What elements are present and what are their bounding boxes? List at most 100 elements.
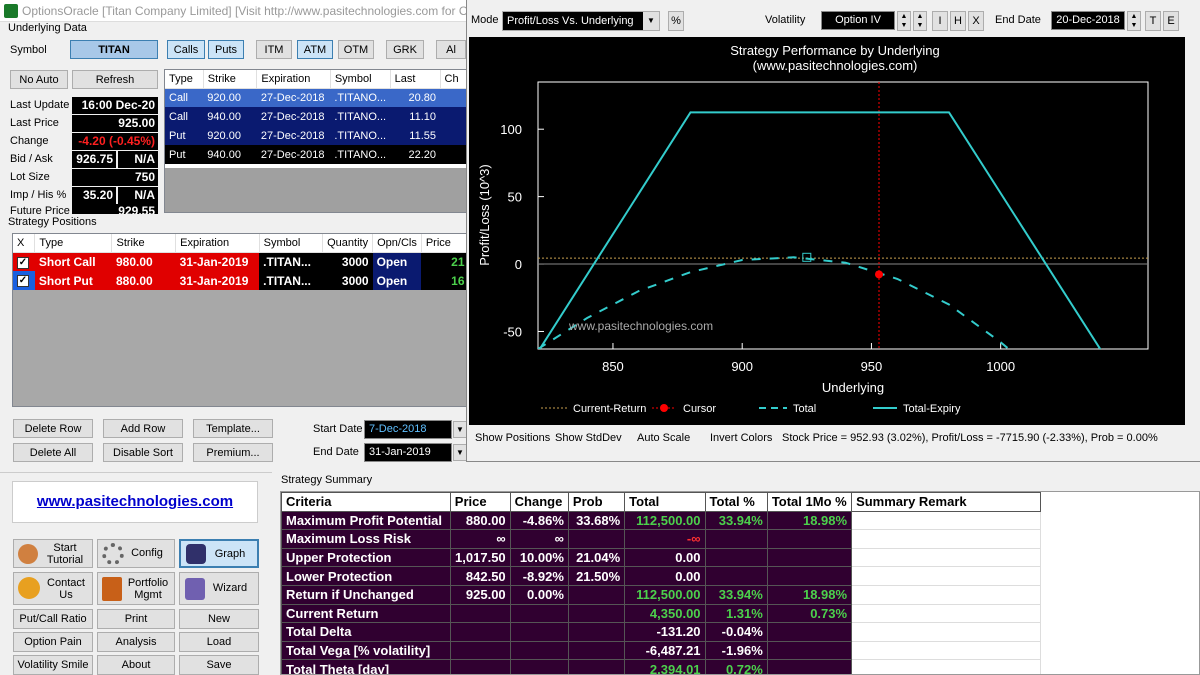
percent-button[interactable]: % [668, 11, 684, 31]
x-button[interactable]: X [968, 11, 984, 31]
volatility-smile-button[interactable]: Volatility Smile [13, 655, 93, 675]
auto-scale-toggle[interactable]: Auto Scale [637, 432, 690, 444]
grk-toggle[interactable]: GRK [386, 40, 424, 59]
summary-row[interactable]: Total Vega [% volatility] -6,487.21 -1.96% [281, 640, 1041, 661]
table-row[interactable]: ✓ Short Call 980.00 31-Jan-2019 .TITAN..… [13, 252, 469, 271]
col-type[interactable]: Type [165, 70, 204, 89]
summary-row[interactable]: Maximum Loss Risk ∞ ∞ -∞ [281, 529, 1041, 549]
start-date-field[interactable]: 7-Dec-2018 [364, 420, 452, 439]
option-pain-button[interactable]: Option Pain [13, 632, 93, 652]
i-button[interactable]: I [932, 11, 948, 31]
t-button[interactable]: T [1145, 11, 1161, 31]
table-row[interactable]: ✓ Short Put 880.00 31-Jan-2019 .TITAN...… [13, 271, 469, 290]
disable-sort-button[interactable]: Disable Sort [103, 443, 183, 462]
col-type[interactable]: Type [34, 234, 113, 253]
summary-row[interactable]: Total Theta [day] 2,394.01 0.72% [281, 659, 1041, 674]
puts-toggle[interactable]: Puts [208, 40, 244, 59]
table-row[interactable]: Put 940.00 27-Dec-2018 .TITANO... 22.20 [165, 145, 469, 164]
refresh-button[interactable]: Refresh [72, 70, 158, 89]
otm-toggle[interactable]: OTM [338, 40, 374, 59]
table-row[interactable]: Put 920.00 27-Dec-2018 .TITANO... 11.55 [165, 126, 469, 145]
checkbox[interactable]: ✓ [17, 275, 29, 288]
summary-row[interactable]: Total Delta -131.20 -0.04% [281, 622, 1041, 642]
col-remark[interactable]: Summary Remark [851, 492, 1041, 512]
col-total-1mo[interactable]: Total 1Mo % [766, 492, 853, 512]
summary-cell: -1.96% [704, 640, 768, 661]
graph-button[interactable]: Graph [179, 539, 259, 568]
col-quantity[interactable]: Quantity [322, 234, 374, 253]
delete-all-button[interactable]: Delete All [13, 443, 93, 462]
positions-table[interactable]: X Type Strike Expiration Symbol Quantity… [12, 233, 470, 407]
calls-toggle[interactable]: Calls [167, 40, 205, 59]
mode-dropdown[interactable]: Profit/Loss Vs. Underlying ▼ [502, 11, 660, 31]
col-prob[interactable]: Prob [567, 492, 626, 512]
no-auto-button[interactable]: No Auto [10, 70, 68, 89]
summary-row[interactable]: Lower Protection 842.50 -8.92% 21.50% 0.00 [281, 566, 1041, 586]
col-expiration[interactable]: Expiration [256, 70, 331, 89]
col-criteria[interactable]: Criteria [281, 492, 451, 512]
new-button[interactable]: New [179, 609, 259, 629]
e-button[interactable]: E [1163, 11, 1179, 31]
config-button[interactable]: Config [97, 539, 175, 568]
col-opncls[interactable]: Opn/Cls [372, 234, 422, 253]
put-call-ratio-button[interactable]: Put/Call Ratio [13, 609, 93, 629]
col-total-pct[interactable]: Total % [704, 492, 768, 512]
template-button[interactable]: Template... [193, 419, 273, 438]
summary-cell [704, 566, 768, 586]
col-change[interactable]: Ch [440, 70, 469, 89]
contact-us-button[interactable]: Contact Us [13, 572, 93, 605]
col-x[interactable]: X [13, 234, 36, 253]
options-table[interactable]: Type Strike Expiration Symbol Last Ch Ca… [164, 69, 470, 213]
website-link[interactable]: www.pasitechnologies.com [12, 481, 258, 523]
summary-cell [509, 659, 569, 674]
col-strike[interactable]: Strike [111, 234, 177, 253]
col-strike[interactable]: Strike [203, 70, 258, 89]
date-spinner[interactable]: ▲ ▼ [1127, 11, 1141, 31]
volatility-field[interactable]: Option IV [821, 11, 895, 30]
col-symbol[interactable]: Symbol [330, 70, 391, 89]
analysis-button[interactable]: Analysis [97, 632, 175, 652]
print-button[interactable]: Print [97, 609, 175, 629]
portfolio-button[interactable]: Portfolio Mgmt [97, 572, 175, 605]
col-price[interactable]: Price [421, 234, 469, 253]
col-symbol[interactable]: Symbol [259, 234, 324, 253]
atm-toggle[interactable]: ATM [297, 40, 333, 59]
premium-button[interactable]: Premium... [193, 443, 273, 462]
table-row[interactable]: Call 920.00 27-Dec-2018 .TITANO... 20.80 [165, 88, 469, 107]
delete-row-button[interactable]: Delete Row [13, 419, 93, 438]
col-change[interactable]: Change [509, 492, 569, 512]
end-date-field[interactable]: 31-Jan-2019 [364, 443, 452, 462]
show-stddev-toggle[interactable]: Show StdDev [555, 432, 622, 444]
summary-cell [449, 622, 511, 642]
symbol-field[interactable]: TITAN [70, 40, 158, 59]
save-button[interactable]: Save [179, 655, 259, 675]
checkbox[interactable]: ✓ [17, 256, 29, 269]
col-total[interactable]: Total [624, 492, 706, 512]
h-button[interactable]: H [950, 11, 966, 31]
graph-end-date-field[interactable]: 20-Dec-2018 [1051, 11, 1125, 30]
summary-row[interactable]: Return if Unchanged 925.00 0.00% 112,500.00… [281, 584, 1041, 605]
chart-panel[interactable]: Strategy Performance by Underlying (www.… [469, 37, 1185, 425]
show-positions-toggle[interactable]: Show Positions [475, 432, 550, 444]
table-row[interactable]: Call 940.00 27-Dec-2018 .TITANO... 11.10 [165, 107, 469, 126]
all-toggle[interactable]: Al [436, 40, 466, 59]
load-button[interactable]: Load [179, 632, 259, 652]
summary-cell: Maximum Loss Risk [281, 529, 451, 549]
summary-row[interactable]: Upper Protection 1,017.50 10.00% 21.04% 0.00 [281, 547, 1041, 568]
about-button[interactable]: About [97, 655, 175, 675]
summary-row[interactable]: Maximum Profit Potential 880.00 -4.86% 33.6… [281, 510, 1041, 531]
itm-toggle[interactable]: ITM [256, 40, 292, 59]
col-expiration[interactable]: Expiration [175, 234, 260, 253]
add-row-button[interactable]: Add Row [103, 419, 183, 438]
start-date-dropdown[interactable]: ▼ [453, 421, 467, 438]
vol-spinner-2[interactable]: ▲ ▼ [913, 11, 927, 31]
start-tutorial-button[interactable]: Start Tutorial [13, 539, 93, 568]
col-last[interactable]: Last [390, 70, 441, 89]
vol-spinner[interactable]: ▲ ▼ [897, 11, 911, 31]
end-date-dropdown[interactable]: ▼ [453, 444, 467, 461]
summary-table[interactable]: Criteria Price Change Prob Total Total %… [280, 491, 1200, 675]
wizard-button[interactable]: Wizard [179, 572, 259, 605]
invert-colors-toggle[interactable]: Invert Colors [710, 432, 772, 444]
summary-row[interactable]: Current Return 4,350.00 1.31% 0.73% [281, 603, 1041, 624]
col-price[interactable]: Price [449, 492, 511, 512]
